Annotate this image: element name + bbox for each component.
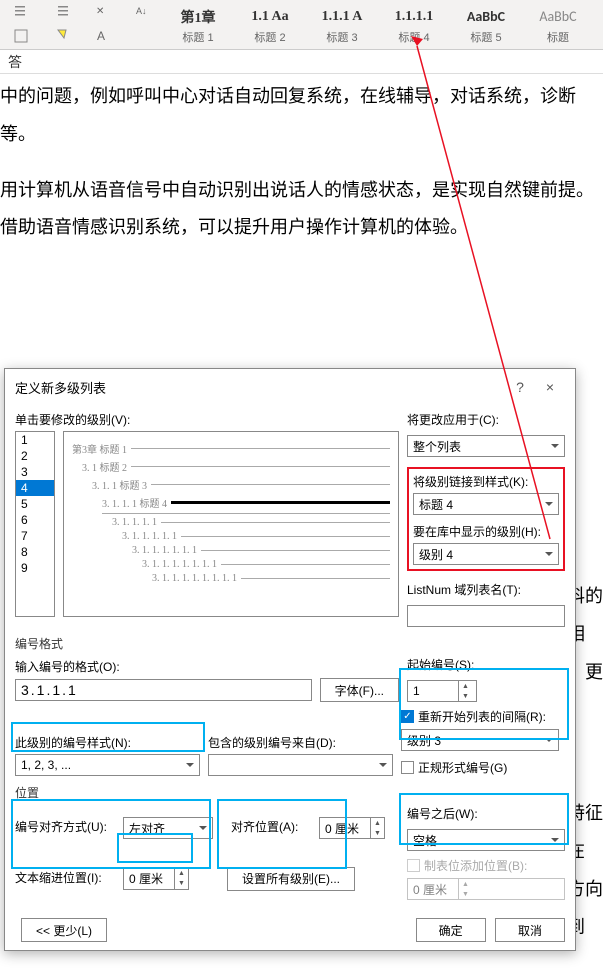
align-label: 编号对齐方式(U): bbox=[15, 818, 115, 835]
restart-level-select[interactable]: 级别 3 bbox=[401, 729, 559, 751]
start-at-stepper[interactable]: ▲▼ bbox=[407, 680, 477, 702]
style-sample: 1.1.1.1 bbox=[395, 5, 434, 29]
level-list-item[interactable]: 5 bbox=[16, 496, 54, 512]
level-list-item[interactable]: 2 bbox=[16, 448, 54, 464]
list-preview: 第3章 标题 13. 1 标题 23. 1. 1 标题 33. 1. 1. 1 … bbox=[63, 431, 399, 617]
listnum-input[interactable] bbox=[407, 605, 565, 627]
number-style-select[interactable]: 1, 2, 3, ... bbox=[15, 754, 200, 776]
ok-button[interactable]: 确定 bbox=[416, 918, 486, 942]
style-sample: AaBbC bbox=[539, 5, 576, 29]
style-sample: 1.1.1 A bbox=[322, 5, 363, 29]
ribbon: ✕ A↓ A 第1章 标题 1 1.1 Aa 标题 2 1.1.1 A 标题 3… bbox=[0, 0, 603, 50]
asian-layout-icon[interactable]: ✕ bbox=[94, 3, 110, 22]
less-button[interactable]: << 更少(L) bbox=[21, 918, 107, 942]
align-at-label: 对齐位置(A): bbox=[231, 818, 311, 835]
level-list-item[interactable]: 8 bbox=[16, 544, 54, 560]
number-format-input[interactable] bbox=[15, 679, 312, 701]
document-body: 中的问题，例如呼叫中心对话自动回复系统，在线辅导，对话系统，诊断等。 用计算机从… bbox=[0, 74, 603, 247]
indent-at-stepper[interactable]: ▲▼ bbox=[123, 868, 189, 890]
include-from-label: 包含的级别编号来自(D): bbox=[208, 734, 393, 751]
paragraph-mini-tools: ✕ A↓ A bbox=[2, 1, 162, 49]
spin-down-icon[interactable]: ▼ bbox=[371, 828, 384, 838]
level-list-item[interactable]: 9 bbox=[16, 560, 54, 576]
style-label: 标题 1 bbox=[182, 29, 213, 45]
svg-text:A↓: A↓ bbox=[136, 6, 147, 16]
include-from-select[interactable] bbox=[208, 754, 393, 776]
shading-icon[interactable] bbox=[54, 28, 70, 47]
style-label: 标题 5 bbox=[470, 29, 501, 45]
link-style-select[interactable]: 标题 4 bbox=[413, 493, 559, 515]
style-label: 标题 2 bbox=[254, 29, 285, 45]
spin-up-icon[interactable]: ▲ bbox=[371, 818, 384, 828]
set-all-levels-button[interactable]: 设置所有级别(E)... bbox=[227, 867, 355, 891]
follow-select[interactable]: 空格 bbox=[407, 829, 565, 851]
font-button[interactable]: 字体(F)... bbox=[320, 678, 399, 702]
paragraph-mark-icon[interactable]: A bbox=[94, 28, 110, 47]
show-in-gallery-select[interactable]: 级别 4 bbox=[413, 543, 559, 565]
style-label: 标题 4 bbox=[398, 29, 429, 45]
style-label: 标题 3 bbox=[326, 29, 357, 45]
dialog-footer: << 更少(L) 确定 取消 bbox=[5, 910, 575, 950]
align-at-stepper[interactable]: ▲▼ bbox=[319, 817, 385, 839]
level-list-item[interactable]: 6 bbox=[16, 512, 54, 528]
sort-icon[interactable]: A↓ bbox=[135, 3, 151, 22]
level-list-item[interactable]: 7 bbox=[16, 528, 54, 544]
legal-format-checkbox[interactable]: 正规形式编号(G) bbox=[401, 759, 559, 776]
help-button[interactable]: ? bbox=[505, 379, 535, 395]
align-select[interactable]: 左对齐 bbox=[123, 817, 213, 839]
dialog-body: 单击要修改的级别(V): 123456789 第3章 标题 13. 1 标题 2… bbox=[5, 405, 575, 910]
follow-label: 编号之后(W): bbox=[407, 805, 565, 822]
style-heading-5[interactable]: AaBbC 标题 5 bbox=[450, 1, 522, 49]
style-label: 标题 bbox=[547, 29, 569, 45]
style-heading-2[interactable]: 1.1 Aa 标题 2 bbox=[234, 1, 306, 49]
doc-paragraph: 用计算机从语音信号中自动识别出说话人的情感状态，是实现自然键前提。借助语音情感识… bbox=[0, 172, 603, 248]
cancel-button[interactable]: 取消 bbox=[495, 918, 565, 942]
listnum-label: ListNum 域列表名(T): bbox=[407, 581, 565, 598]
number-format-section: 编号格式 bbox=[15, 635, 565, 652]
svg-text:A: A bbox=[97, 29, 105, 43]
dialog-titlebar: 定义新多级列表 ? × bbox=[5, 369, 575, 405]
show-in-gallery-label: 要在库中显示的级别(H): bbox=[413, 523, 559, 540]
ribbon-tab-remnant: 答 bbox=[0, 50, 603, 74]
style-heading-1[interactable]: 第1章 标题 1 bbox=[162, 1, 234, 49]
spin-up-icon[interactable]: ▲ bbox=[175, 869, 188, 879]
style-heading-4[interactable]: 1.1.1.1 标题 4 bbox=[378, 1, 450, 49]
indent-decrease-icon[interactable] bbox=[13, 3, 29, 22]
tab-stop-stepper: ▲▼ bbox=[407, 878, 565, 900]
style-sample: 第1章 bbox=[181, 5, 216, 29]
style-sample: 1.1 Aa bbox=[251, 5, 288, 29]
number-style-label: 此级别的编号样式(N): bbox=[15, 734, 200, 751]
link-style-label: 将级别链接到样式(K): bbox=[413, 473, 559, 490]
style-heading-3[interactable]: 1.1.1 A 标题 3 bbox=[306, 1, 378, 49]
style-title[interactable]: AaBbC 标题 bbox=[522, 1, 594, 49]
number-format-label: 输入编号的格式(O): bbox=[15, 658, 399, 675]
spin-down-icon[interactable]: ▼ bbox=[175, 879, 188, 889]
close-button[interactable]: × bbox=[535, 379, 565, 395]
annotation-red-box: 将级别链接到样式(K): 标题 4 要在库中显示的级别(H): 级别 4 bbox=[407, 467, 565, 571]
apply-to-label: 将更改应用于(C): bbox=[407, 411, 565, 428]
restart-list-checkbox[interactable]: ✓重新开始列表的间隔(R): bbox=[401, 708, 559, 725]
border-icon[interactable] bbox=[13, 28, 29, 47]
multilevel-list-dialog: 定义新多级列表 ? × 单击要修改的级别(V): 123456789 第3章 标… bbox=[4, 368, 576, 951]
indent-increase-icon[interactable] bbox=[54, 3, 70, 22]
styles-gallery: 第1章 标题 1 1.1 Aa 标题 2 1.1.1 A 标题 3 1.1.1.… bbox=[162, 1, 603, 49]
doc-paragraph: 中的问题，例如呼叫中心对话自动回复系统，在线辅导，对话系统，诊断等。 bbox=[0, 78, 603, 154]
start-at-label: 起始编号(S): bbox=[407, 656, 565, 673]
indent-at-label: 文本缩进位置(I): bbox=[15, 869, 115, 886]
level-list[interactable]: 123456789 bbox=[15, 431, 55, 617]
position-section: 位置 bbox=[15, 784, 565, 801]
click-level-label: 单击要修改的级别(V): bbox=[15, 411, 399, 428]
level-list-item[interactable]: 1 bbox=[16, 432, 54, 448]
spin-up-icon[interactable]: ▲ bbox=[459, 681, 472, 691]
level-list-item[interactable]: 4 bbox=[16, 480, 54, 496]
svg-text:✕: ✕ bbox=[96, 6, 104, 17]
level-list-item[interactable]: 3 bbox=[16, 464, 54, 480]
apply-to-select[interactable]: 整个列表 bbox=[407, 435, 565, 457]
dialog-title: 定义新多级列表 bbox=[15, 378, 505, 397]
spin-down-icon[interactable]: ▼ bbox=[459, 691, 472, 701]
style-sample: AaBbC bbox=[467, 5, 505, 29]
tab-stop-checkbox: 制表位添加位置(B): bbox=[407, 857, 565, 874]
